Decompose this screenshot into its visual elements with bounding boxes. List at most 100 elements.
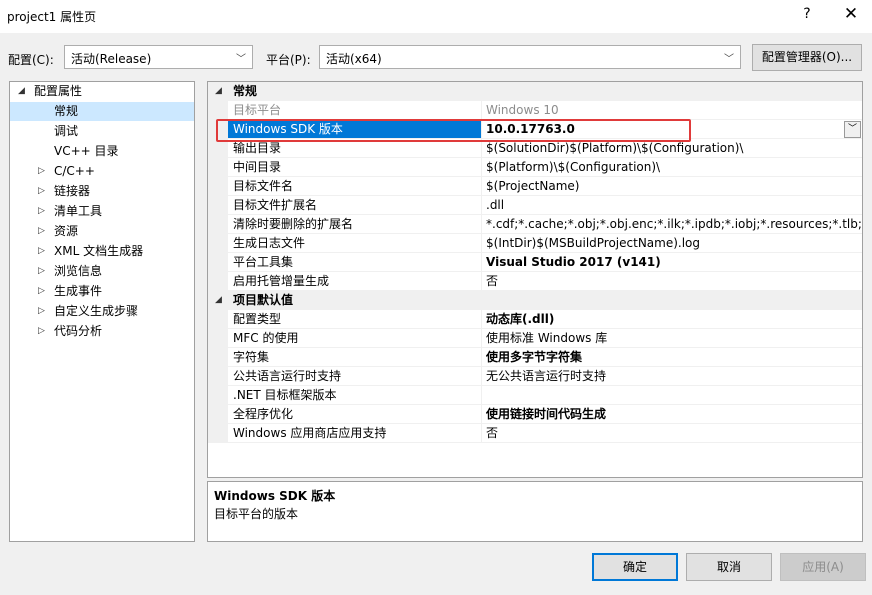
collapsed-arrow-icon[interactable]: ▷ — [38, 322, 45, 341]
tree-item[interactable]: ▷ 链接器 — [10, 182, 194, 201]
property-name[interactable]: 中间目录 — [228, 158, 482, 177]
property-value[interactable]: 否 — [482, 272, 862, 291]
property-row[interactable]: 启用托管增量生成否 — [208, 272, 862, 291]
property-row[interactable]: Windows SDK 版本 10.0.17763.0 ﹀ — [208, 120, 862, 139]
config-manager-button[interactable]: 配置管理器(O)... — [752, 44, 862, 71]
property-value[interactable]: Visual Studio 2017 (v141) — [482, 253, 862, 272]
tree-item-label: 浏览信息 — [54, 264, 103, 278]
property-value[interactable]: 动态库(.dll) — [482, 310, 862, 329]
property-value[interactable]: 使用多字节字符集 — [482, 348, 862, 367]
category-title: 项目默认值 — [233, 293, 294, 307]
tree-item[interactable]: ▷ 代码分析 — [10, 322, 194, 341]
property-name[interactable]: 平台工具集 — [228, 253, 482, 272]
property-name[interactable]: 配置类型 — [228, 310, 482, 329]
property-name[interactable]: 输出目录 — [228, 139, 482, 158]
collapsed-arrow-icon[interactable]: ▷ — [38, 162, 45, 181]
property-name[interactable]: 目标平台 — [228, 101, 482, 120]
property-value[interactable]: *.cdf;*.cache;*.obj;*.obj.enc;*.ilk;*.ip… — [482, 215, 862, 234]
property-value[interactable]: $(Platform)\$(Configuration)\ — [482, 158, 862, 177]
property-name[interactable]: MFC 的使用 — [228, 329, 482, 348]
property-value[interactable]: Windows 10 — [482, 101, 862, 120]
ok-button[interactable]: 确定 — [592, 553, 678, 581]
property-row[interactable]: 全程序优化 使用链接时间代码生成 — [208, 405, 862, 424]
tree-item[interactable]: ▷ 生成事件 — [10, 282, 194, 301]
property-name[interactable]: Windows SDK 版本 — [228, 120, 482, 139]
property-name[interactable]: 字符集 — [228, 348, 482, 367]
collapsed-arrow-icon[interactable]: ▷ — [38, 202, 45, 221]
collapsed-arrow-icon[interactable]: ▷ — [38, 282, 45, 301]
tree-item[interactable]: 常规 — [10, 102, 194, 121]
property-row[interactable]: 目标文件名 $(ProjectName) — [208, 177, 862, 196]
chevron-down-icon[interactable]: ﹀ — [844, 121, 861, 138]
property-name[interactable]: 目标文件名 — [228, 177, 482, 196]
category-header[interactable]: ◢ 常规 — [208, 82, 862, 101]
tree-item-label: 清单工具 — [54, 204, 103, 218]
property-row[interactable]: 清除时要删除的扩展名 *.cdf;*.cache;*.obj;*.obj.enc;… — [208, 215, 862, 234]
property-row[interactable]: MFC 的使用 使用标准 Windows 库 — [208, 329, 862, 348]
row-gutter — [208, 120, 228, 139]
collapsed-arrow-icon[interactable]: ▷ — [38, 302, 45, 321]
expanded-arrow-icon[interactable]: ◢ — [215, 291, 222, 310]
property-value[interactable]: $(ProjectName) — [482, 177, 862, 196]
tree-item-label: VC++ 目录 — [54, 144, 119, 158]
property-row[interactable]: 配置类型 动态库(.dll) — [208, 310, 862, 329]
property-value[interactable]: $(IntDir)$(MSBuildProjectName).log — [482, 234, 862, 253]
row-gutter — [208, 424, 228, 443]
expanded-arrow-icon[interactable]: ◢ — [18, 82, 25, 101]
category-header[interactable]: ◢ 项目默认值 — [208, 291, 862, 310]
collapsed-arrow-icon[interactable]: ▷ — [38, 242, 45, 261]
row-gutter — [208, 101, 228, 120]
property-value[interactable]: 使用链接时间代码生成 — [482, 405, 862, 424]
property-name[interactable]: 公共语言运行时支持 — [228, 367, 482, 386]
property-name[interactable]: .NET 目标框架版本 — [228, 386, 482, 405]
property-row[interactable]: 中间目录 $(Platform)\$(Configuration)\ — [208, 158, 862, 177]
property-name[interactable]: 全程序优化 — [228, 405, 482, 424]
property-value[interactable]: 无公共语言运行时支持 — [482, 367, 862, 386]
collapsed-arrow-icon[interactable]: ▷ — [38, 262, 45, 281]
property-value[interactable]: 使用标准 Windows 库 — [482, 329, 862, 348]
property-row[interactable]: .NET 目标框架版本 — [208, 386, 862, 405]
property-row[interactable]: 目标文件扩展名 .dll — [208, 196, 862, 215]
property-grid: ◢ 常规 目标平台 Windows 10 Windows SDK 版本 10.0.1776… — [207, 81, 863, 478]
tree-item-label: 资源 — [54, 224, 79, 238]
property-value[interactable] — [482, 386, 862, 405]
cancel-button[interactable]: 取消 — [686, 553, 772, 581]
collapsed-arrow-icon[interactable]: ▷ — [38, 182, 45, 201]
property-name[interactable]: 清除时要删除的扩展名 — [228, 215, 482, 234]
collapsed-arrow-icon[interactable]: ▷ — [38, 222, 45, 241]
tree-item[interactable]: ▷ XML 文档生成器 — [10, 242, 194, 261]
tree-item[interactable]: ◢ 配置属性 — [10, 82, 194, 101]
tree-item[interactable]: ▷ 资源 — [10, 222, 194, 241]
property-row[interactable]: 目标平台 Windows 10 — [208, 101, 862, 120]
property-name[interactable]: 生成日志文件 — [228, 234, 482, 253]
row-gutter — [208, 215, 228, 234]
close-icon[interactable]: ✕ — [842, 4, 860, 24]
row-gutter — [208, 348, 228, 367]
property-name[interactable]: Windows 应用商店应用支持 — [228, 424, 482, 443]
tree-item[interactable]: ▷ 清单工具 — [10, 202, 194, 221]
tree-item[interactable]: 调试 — [10, 122, 194, 141]
property-name[interactable]: 目标文件扩展名 — [228, 196, 482, 215]
config-dropdown[interactable]: 活动(Release) ﹀ — [64, 45, 253, 69]
tree-item[interactable]: ▷ C/C++ — [10, 162, 194, 181]
apply-button[interactable]: 应用(A) — [780, 553, 866, 581]
tree-item[interactable]: ▷ 自定义生成步骤 — [10, 302, 194, 321]
tree-item-label: 常规 — [54, 104, 79, 118]
property-value[interactable]: .dll — [482, 196, 862, 215]
property-value[interactable]: 否 — [482, 424, 862, 443]
property-row[interactable]: Windows 应用商店应用支持否 — [208, 424, 862, 443]
property-row[interactable]: 输出目录 $(SolutionDir)$(Platform)\$(Configur… — [208, 139, 862, 158]
property-row[interactable]: 字符集 使用多字节字符集 — [208, 348, 862, 367]
config-value: 活动(Release) — [71, 52, 152, 66]
tree-item[interactable]: VC++ 目录 — [10, 142, 194, 161]
platform-dropdown[interactable]: 活动(x64) ﹀ — [319, 45, 741, 69]
expanded-arrow-icon[interactable]: ◢ — [215, 82, 222, 101]
property-row[interactable]: 平台工具集 Visual Studio 2017 (v141) — [208, 253, 862, 272]
property-name[interactable]: 启用托管增量生成 — [228, 272, 482, 291]
property-row[interactable]: 公共语言运行时支持 无公共语言运行时支持 — [208, 367, 862, 386]
property-row[interactable]: 生成日志文件 $(IntDir)$(MSBuildProjectName).log — [208, 234, 862, 253]
help-icon[interactable]: ? — [800, 6, 814, 22]
property-value[interactable]: $(SolutionDir)$(Platform)\$(Configuratio… — [482, 139, 862, 158]
tree-item[interactable]: ▷ 浏览信息 — [10, 262, 194, 281]
property-value[interactable]: 10.0.17763.0 — [482, 120, 862, 139]
